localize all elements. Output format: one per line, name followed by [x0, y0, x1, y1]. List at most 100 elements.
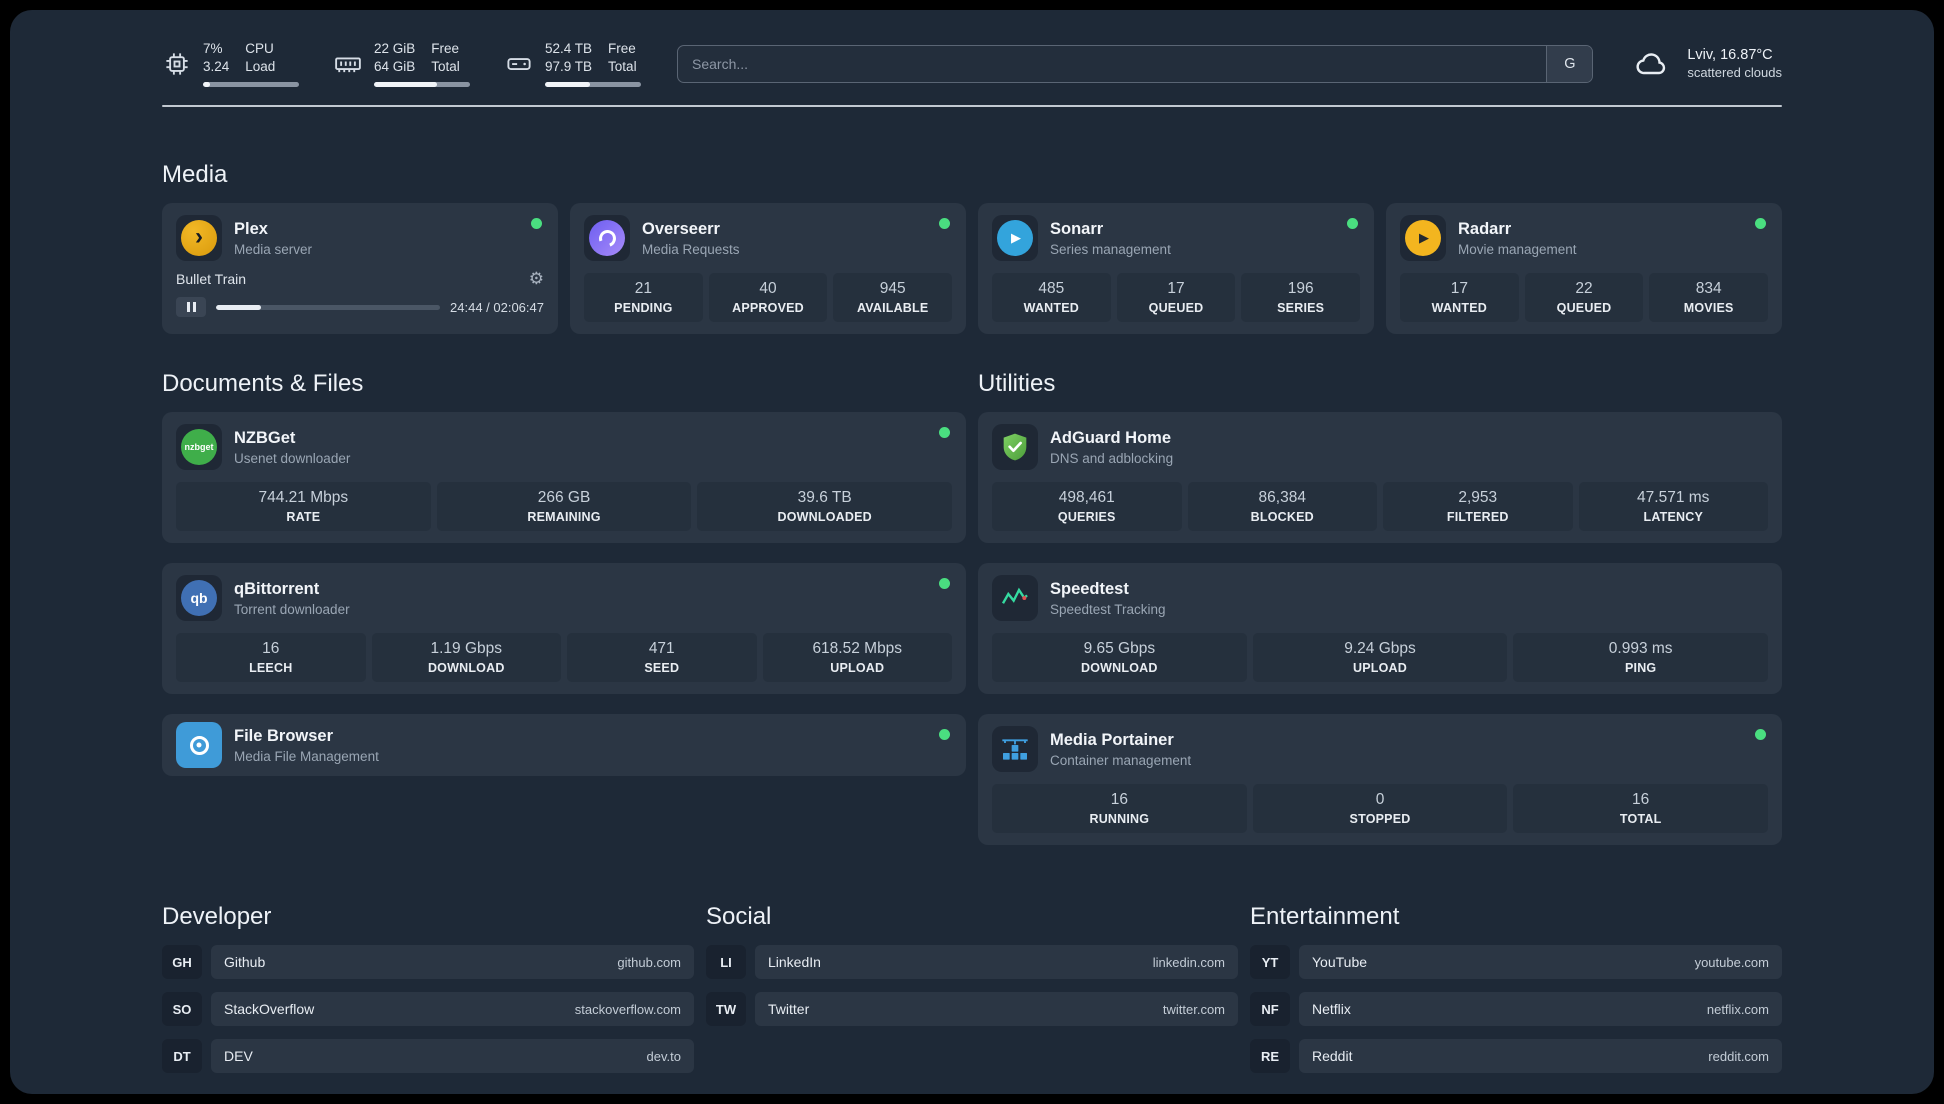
app-card-portainer[interactable]: Media Portainer Container management 16 … — [978, 714, 1782, 846]
section-utilities: Utilities AdGuard Home DNS and adblockin… — [978, 370, 1782, 846]
section-title-entertainment: Entertainment — [1250, 903, 1400, 931]
pause-icon — [186, 302, 190, 313]
overseerr-icon — [584, 215, 630, 262]
bookmark-url: linkedin.com — [1152, 954, 1225, 970]
play-icon: ▶ — [1419, 230, 1429, 246]
filebrowser-ring-icon — [189, 735, 209, 755]
disk-label2: Total — [608, 59, 637, 75]
bookmark-abbr: YT — [1250, 945, 1290, 980]
ram-widget: 22 GiB 64 GiB Free Total — [333, 40, 470, 88]
pause-button[interactable] — [176, 297, 206, 318]
app-card-radarr[interactable]: ▶ Radarr Movie management 17 WANTED 22 Q… — [1386, 203, 1782, 335]
play-icon: ▶ — [1011, 230, 1021, 246]
stat-tile: 498,461 QUERIES — [992, 482, 1182, 532]
cloud-icon — [1636, 53, 1666, 74]
dashboard-root: 7% 3.24 CPU Load 22 GiB 64 GiB Free Tota… — [10, 10, 1934, 1094]
stat-tile: 834 MOVIES — [1649, 273, 1769, 323]
search-input[interactable] — [678, 45, 1547, 82]
cpu-chip-icon — [166, 53, 188, 75]
app-name: qBittorrent — [234, 579, 320, 598]
app-name: Sonarr — [1050, 219, 1104, 238]
stat-tile: 196 SERIES — [1241, 273, 1361, 323]
bookmark-name: DEV — [224, 1048, 253, 1065]
cpu-widget: 7% 3.24 CPU Load — [162, 40, 299, 88]
disk-widget: 52.4 TB 97.9 TB Free Total — [504, 40, 641, 88]
app-card-overseerr[interactable]: Overseerr Media Requests 21 PENDING 40 A… — [570, 203, 966, 335]
app-desc: Container management — [1050, 752, 1192, 768]
stat-tile: 39.6 TB DOWNLOADED — [697, 482, 953, 532]
bookmark-youtube[interactable]: YT YouTube youtube.com — [1250, 945, 1782, 980]
stat-tile: 21 PENDING — [584, 273, 703, 323]
app-name: Radarr — [1458, 219, 1512, 238]
radarr-icon: ▶ — [1400, 215, 1446, 262]
status-dot — [939, 218, 950, 230]
bookmark-abbr: TW — [706, 992, 746, 1027]
gear-icon[interactable]: ⚙ — [529, 270, 544, 287]
playback-progress[interactable] — [216, 304, 441, 310]
stat-tile: 0 STOPPED — [1252, 784, 1508, 834]
app-desc: DNS and adblocking — [1050, 450, 1174, 466]
bookmark-name: YouTube — [1312, 954, 1368, 971]
weather-condition: scattered clouds — [1687, 65, 1782, 81]
top-bar: 7% 3.24 CPU Load 22 GiB 64 GiB Free Tota… — [162, 10, 1782, 88]
stat-tile: 16 LEECH — [176, 633, 366, 683]
bookmark-url: youtube.com — [1694, 954, 1769, 970]
cpu-load: 3.24 — [203, 59, 230, 75]
bookmark-twitter[interactable]: TW Twitter twitter.com — [706, 992, 1238, 1027]
section-title-documents: Documents & Files — [162, 370, 364, 398]
status-dot — [939, 729, 950, 741]
app-card-nzbget[interactable]: nzbget NZBGet Usenet downloader 744.21 M… — [162, 412, 966, 544]
stat-tile: 17 QUEUED — [1116, 273, 1236, 323]
disk-label: Free — [608, 41, 636, 56]
bookmark-abbr: LI — [706, 945, 746, 980]
stat-tile: 485 WANTED — [992, 273, 1111, 323]
app-desc: Media Requests — [642, 241, 740, 257]
app-name: Media Portainer — [1050, 730, 1174, 749]
now-playing-title: Bullet Train — [176, 270, 247, 287]
bookmark-name: StackOverflow — [224, 1001, 315, 1018]
stat-tile: 40 APPROVED — [708, 273, 828, 323]
bookmark-dev[interactable]: DT DEV dev.to — [162, 1039, 694, 1074]
ram-total: 64 GiB — [374, 59, 416, 75]
search-provider-button[interactable]: G — [1546, 45, 1593, 82]
app-card-qbittorrent[interactable]: qb qBittorrent Torrent downloader 16 LEE… — [162, 563, 966, 695]
bookmark-url: reddit.com — [1708, 1048, 1769, 1064]
bookmark-name: Reddit — [1312, 1048, 1353, 1065]
bookmark-netflix[interactable]: NF Netflix netflix.com — [1250, 992, 1782, 1027]
memory-icon — [335, 57, 361, 72]
bookmark-url: stackoverflow.com — [574, 1001, 681, 1017]
section-media: Media › Plex Media server Bullet Train ⚙… — [162, 161, 1782, 335]
section-entertainment: Entertainment YT YouTube youtube.com NF … — [1250, 903, 1782, 1074]
app-card-speedtest[interactable]: Speedtest Speedtest Tracking 9.65 Gbps D… — [978, 563, 1782, 695]
stat-tile: 471 SEED — [567, 633, 757, 683]
stat-tile: 16 TOTAL — [1513, 784, 1769, 834]
ram-label2: Total — [431, 59, 460, 75]
app-card-plex[interactable]: › Plex Media server Bullet Train ⚙ 24:44… — [162, 203, 558, 335]
stat-tile: 86,384 BLOCKED — [1187, 482, 1377, 532]
bookmark-linkedin[interactable]: LI LinkedIn linkedin.com — [706, 945, 1238, 980]
section-documents: Documents & Files nzbget NZBGet Usenet d… — [162, 370, 966, 845]
app-name: Plex — [234, 219, 268, 238]
stat-tile: 266 GB REMAINING — [436, 482, 692, 532]
ram-label: Free — [431, 41, 460, 56]
status-dot — [939, 578, 950, 590]
search-bar: G — [677, 44, 1594, 83]
app-card-sonarr[interactable]: ▶ Sonarr Series management 485 WANTED 17… — [978, 203, 1374, 335]
bookmark-abbr: RE — [1250, 1039, 1290, 1074]
stat-tile: 618.52 Mbps UPLOAD — [762, 633, 952, 683]
bookmark-github[interactable]: GH Github github.com — [162, 945, 694, 980]
cpu-percent: 7% — [203, 41, 223, 56]
section-social: Social LI LinkedIn linkedin.com TW Twitt… — [706, 903, 1238, 1073]
app-card-filebrowser[interactable]: File Browser Media File Management — [162, 714, 966, 777]
stat-tile: 47.571 ms LATENCY — [1578, 482, 1768, 532]
bookmark-reddit[interactable]: RE Reddit reddit.com — [1250, 1039, 1782, 1074]
stat-tile: 17 WANTED — [1400, 273, 1519, 323]
bookmark-stackoverflow[interactable]: SO StackOverflow stackoverflow.com — [162, 992, 694, 1027]
app-name: AdGuard Home — [1050, 428, 1172, 447]
app-name: Speedtest — [1050, 579, 1129, 598]
cpu-label: CPU — [245, 41, 274, 56]
disk-total: 97.9 TB — [545, 59, 593, 75]
section-title-developer: Developer — [162, 903, 272, 931]
ram-progress-bar — [374, 82, 470, 88]
app-card-adguard[interactable]: AdGuard Home DNS and adblocking 498,461 … — [978, 412, 1782, 544]
